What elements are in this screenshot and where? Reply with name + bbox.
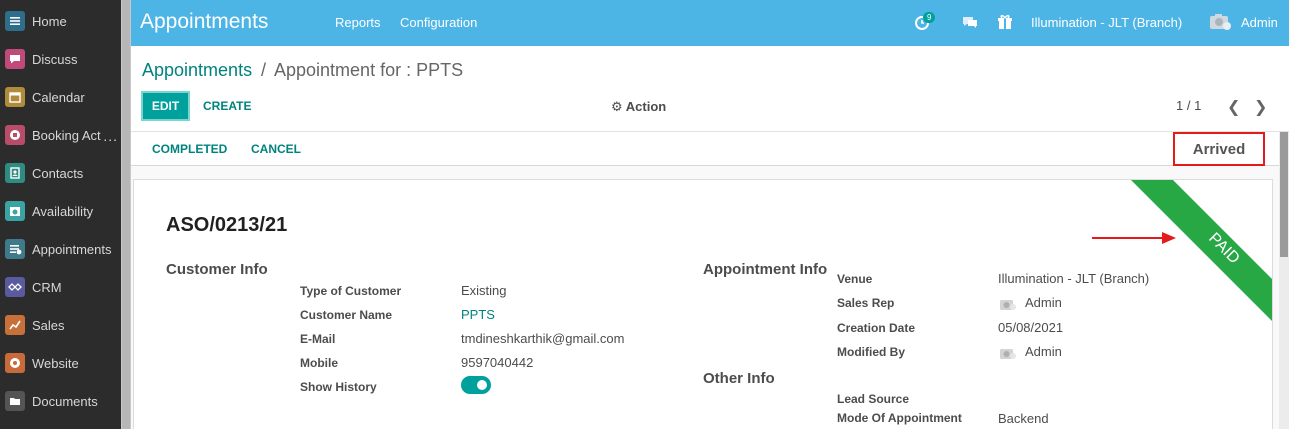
sidebar-item-sales[interactable]: Sales	[0, 306, 121, 344]
customer-info-title: Customer Info	[166, 261, 268, 278]
modified-by-label: Modified By	[837, 345, 905, 359]
sales-icon	[5, 315, 25, 335]
sidebar-item-calendar[interactable]: Calendar	[0, 78, 121, 116]
status-arrived[interactable]: Arrived	[1173, 132, 1265, 166]
sidebar-item-label: Booking Act	[32, 127, 101, 143]
sidebar-scrollbar[interactable]	[122, 0, 130, 429]
gift-icon[interactable]	[996, 13, 1014, 31]
top-navbar: Appointments Reports Configuration 9 Ill…	[131, 0, 1289, 46]
documents-icon	[5, 391, 25, 411]
availability-icon	[5, 201, 25, 221]
modified-by-avatar-icon	[1000, 349, 1016, 359]
form-sheet: PAID ASO/0213/21 Customer Info Type of C…	[133, 179, 1273, 429]
chat-icon[interactable]	[961, 13, 979, 31]
customer-name-link[interactable]: PPTS	[461, 307, 495, 322]
activity-count-badge: 9	[923, 12, 936, 23]
toggle-knob	[477, 380, 487, 390]
show-history-toggle[interactable]	[461, 376, 491, 394]
booking-icon	[5, 125, 25, 145]
calendar-icon	[5, 87, 25, 107]
breadcrumb-separator: /	[261, 60, 267, 80]
sidebar-item-discuss[interactable]: Discuss	[0, 40, 121, 78]
form-scrollbar[interactable]	[1280, 132, 1288, 257]
menu-reports[interactable]: Reports	[335, 15, 381, 30]
other-info-title: Other Info	[703, 370, 775, 387]
email-label: E-Mail	[300, 332, 336, 346]
crm-icon	[5, 277, 25, 297]
mode-of-appointment-label: Mode Of Appointment	[837, 411, 962, 425]
create-button[interactable]: CREATE	[203, 99, 251, 113]
sidebar-item-crm[interactable]: CRM	[0, 268, 121, 306]
lead-source-label: Lead Source	[837, 392, 910, 406]
sidebar-item-label: Website	[32, 355, 79, 371]
sidebar-item-availability[interactable]: Availability	[0, 192, 121, 230]
type-of-customer-label: Type of Customer	[300, 284, 402, 298]
sidebar-item-label: Sales	[32, 317, 65, 333]
breadcrumb-current: Appointment for : PPTS	[274, 60, 464, 80]
company-switcher[interactable]: Illumination - JLT (Branch)	[1031, 15, 1182, 30]
modified-by-value[interactable]: Admin	[1025, 344, 1062, 359]
sidebar-item-label: CRM	[32, 279, 62, 295]
creation-date-label: Creation Date	[837, 321, 916, 335]
breadcrumb-parent[interactable]: Appointments	[142, 60, 252, 81]
ribbon-band	[1131, 180, 1272, 321]
sidebar-item-label: Contacts	[32, 165, 84, 181]
action-label: Action	[625, 99, 667, 114]
sidebar-item-documents[interactable]: Documents	[0, 382, 121, 420]
appointment-info-title: Appointment Info	[703, 261, 828, 278]
home-icon	[5, 11, 25, 31]
app-title[interactable]: Appointments	[140, 10, 268, 34]
sidebar-item-contacts[interactable]: Contacts	[0, 154, 121, 192]
mode-of-appointment-value: Backend	[998, 411, 1049, 426]
mobile-label: Mobile	[300, 356, 338, 370]
contacts-icon	[5, 163, 25, 183]
sidebar-item-appointments[interactable]: Appointments	[0, 230, 121, 268]
sidebar-item-label: Home	[32, 13, 67, 29]
customer-name-label: Customer Name	[300, 308, 393, 322]
sales-rep-value[interactable]: Admin	[1025, 295, 1062, 310]
venue-value: Illumination - JLT (Branch)	[998, 271, 1150, 286]
cancel-button[interactable]: CANCEL	[251, 142, 301, 156]
sidebar-item-label: Documents	[32, 393, 98, 409]
edit-button[interactable]: EDIT	[141, 91, 190, 121]
email-value: tmdineshkarthik@gmail.com	[461, 331, 625, 346]
sidebar-item-label: Appointments	[32, 241, 112, 257]
venue-label: Venue	[837, 272, 873, 286]
appointments-icon	[5, 239, 25, 259]
user-menu[interactable]: Admin	[1241, 15, 1278, 30]
mobile-value: 9597040442	[461, 355, 534, 370]
pager-next-icon[interactable]: ❯	[1254, 97, 1267, 117]
show-history-label: Show History	[300, 380, 377, 394]
sidebar-item-label: Discuss	[32, 51, 78, 67]
paid-ribbon: PAID	[1131, 180, 1272, 321]
sidebar-item-website[interactable]: Website	[0, 344, 121, 382]
sales-rep-label: Sales Rep	[837, 296, 895, 310]
menu-configuration[interactable]: Configuration	[400, 15, 477, 30]
sidebar-item-label: Calendar	[32, 89, 85, 105]
type-of-customer-value: Existing	[461, 283, 507, 298]
action-dropdown[interactable]: ⚙ Action	[611, 99, 666, 115]
sidebar-item-home[interactable]: Home	[0, 2, 121, 40]
red-arrow-annotation	[1092, 232, 1176, 244]
sidebar-item-label: Availability	[32, 203, 94, 219]
status-bar: COMPLETED CANCEL Arrived	[131, 132, 1279, 166]
control-panel: Appointments / Appointment for : PPTS ED…	[131, 46, 1289, 132]
pager-previous-icon[interactable]: ❮	[1227, 97, 1240, 117]
completed-button[interactable]: COMPLETED	[152, 142, 227, 156]
website-icon	[5, 353, 25, 373]
sales-rep-avatar-icon	[1000, 300, 1016, 310]
creation-date-value: 05/08/2021	[998, 320, 1064, 335]
pager-value[interactable]: 1 / 1	[1176, 98, 1201, 113]
more-dots[interactable]: ...	[103, 128, 118, 144]
gear-icon: ⚙	[611, 99, 623, 114]
sidebar-item-booking-act[interactable]: Booking Act...	[0, 116, 121, 154]
user-avatar-icon[interactable]	[1209, 12, 1233, 32]
app-sidebar: Home Discuss Calendar Booking Act... Contact…	[0, 0, 121, 429]
discuss-icon	[5, 49, 25, 69]
record-reference: ASO/0213/21	[166, 214, 288, 236]
